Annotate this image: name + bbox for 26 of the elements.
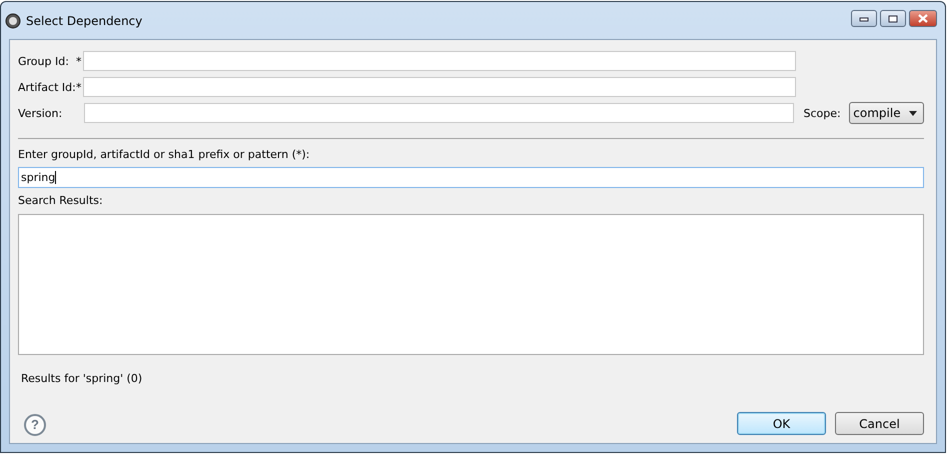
maximize-icon: [888, 14, 898, 22]
search-label: Enter groupId, artifactId or sha1 prefix or pattern (*):: [18, 148, 311, 163]
field-label: Version:: [18, 106, 64, 120]
results-list[interactable]: [18, 214, 924, 355]
window-title: Select Dependency: [26, 14, 142, 28]
search-field[interactable]: spring: [18, 167, 924, 188]
field-label: Artifact Id:: [18, 80, 74, 94]
required-mark: *: [76, 54, 82, 68]
minimize-icon: [859, 16, 869, 22]
results-label: Search Results:: [18, 194, 104, 209]
input-field[interactable]: [84, 103, 794, 123]
scope-dropdown[interactable]: compile: [849, 102, 924, 124]
dropdown-arrow-icon: [909, 110, 917, 116]
help-button[interactable]: ?: [24, 414, 46, 436]
dialog-button[interactable]: OK: [737, 412, 826, 435]
minimize-button[interactable]: [851, 10, 877, 27]
dialog-button[interactable]: Cancel: [835, 412, 924, 435]
required-mark: *: [76, 80, 82, 94]
field-label: Group Id:: [18, 54, 70, 68]
input-field[interactable]: [83, 51, 796, 71]
close-icon: [917, 14, 929, 23]
results-status: Results for 'spring' (0): [21, 372, 144, 385]
scope-label: Scope:: [804, 106, 842, 120]
input-field[interactable]: [83, 77, 796, 97]
maximize-button[interactable]: [880, 10, 906, 27]
close-button[interactable]: [909, 10, 937, 27]
